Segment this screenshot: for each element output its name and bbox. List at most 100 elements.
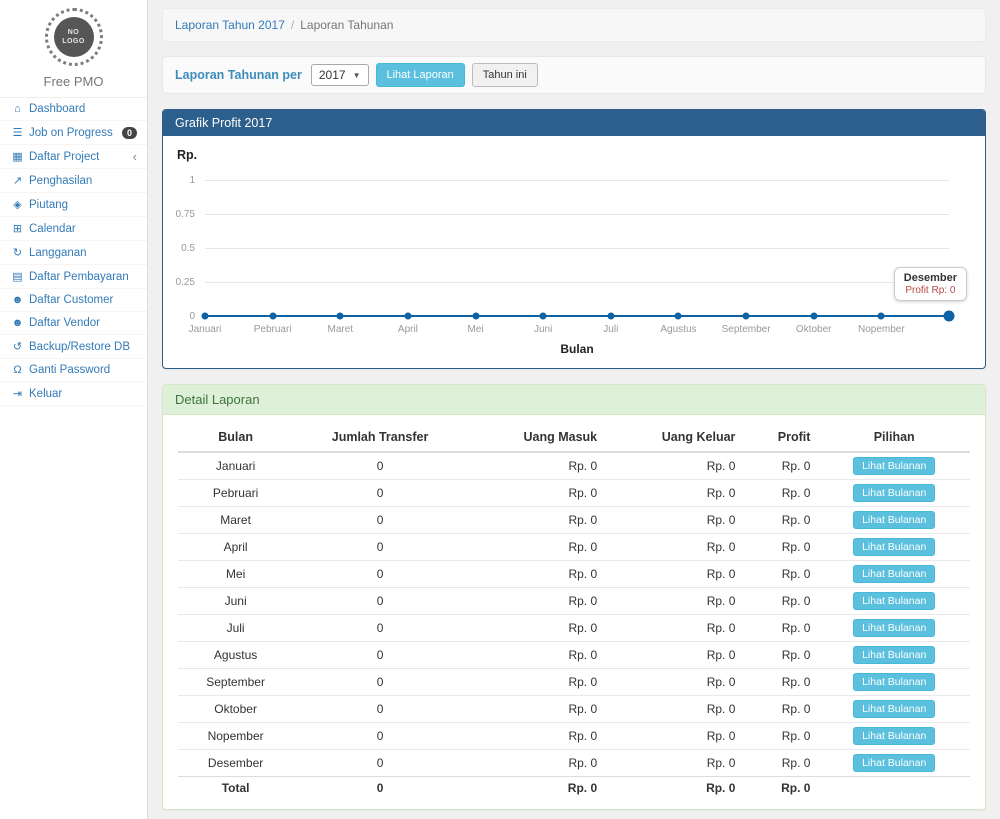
sidebar-item-job-on-progress[interactable]: ☰Job on Progress0: [0, 121, 147, 145]
gridline: [205, 214, 949, 215]
total-cell-jumlah_transfer: 0: [293, 777, 467, 800]
sidebar-item-daftar-vendor[interactable]: ☻ Daftar Vendor: [0, 312, 147, 335]
no-logo-stamp: NO LOGO: [45, 8, 103, 66]
cell-pilihan: Lihat Bulanan: [818, 696, 970, 723]
tahun-ini-button[interactable]: Tahun ini: [472, 63, 538, 87]
data-point-agustus[interactable]: [675, 313, 682, 320]
tooltip-title: Desember: [904, 272, 957, 284]
sidebar-item-daftar-pembayaran[interactable]: ▤Daftar Pembayaran: [0, 265, 147, 289]
cell-uang_keluar: Rp. 0: [605, 750, 743, 777]
year-select-value: 2017: [319, 68, 346, 82]
y-tick-label: 1: [163, 175, 195, 186]
backup-icon: ↺: [10, 340, 25, 353]
data-point-juli[interactable]: [607, 313, 614, 320]
cell-jumlah_transfer: 0: [293, 750, 467, 777]
lihat-bulanan-button[interactable]: Lihat Bulanan: [853, 754, 935, 772]
refresh-icon: ↻: [10, 246, 25, 259]
sidebar-item-label: Job on Progress: [29, 127, 122, 139]
data-point-mei[interactable]: [472, 313, 479, 320]
cell-profit: Rp. 0: [743, 615, 818, 642]
cell-jumlah_transfer: 0: [293, 507, 467, 534]
sidebar-item-ganti-password[interactable]: ΩGanti Password: [0, 359, 147, 382]
cell-bulan: Juli: [178, 615, 293, 642]
lihat-bulanan-button[interactable]: Lihat Bulanan: [853, 619, 935, 637]
sidebar-item-langganan[interactable]: ↻ Langganan: [0, 241, 147, 265]
lihat-bulanan-button[interactable]: Lihat Bulanan: [853, 565, 935, 583]
users-icon: ☻: [10, 317, 25, 329]
sidebar-item-daftar-project[interactable]: ▦Daftar Project‹: [0, 145, 147, 169]
sidebar-item-label: Langganan: [29, 247, 137, 259]
lihat-bulanan-button[interactable]: Lihat Bulanan: [853, 538, 935, 556]
data-point-oktober[interactable]: [810, 313, 817, 320]
report-table: BulanJumlah TransferUang MasukUang Kelua…: [178, 423, 970, 799]
cell-uang_masuk: Rp. 0: [467, 615, 605, 642]
year-select[interactable]: 2017 ▼: [311, 64, 369, 86]
sidebar-item-keluar[interactable]: ⇥Keluar: [0, 382, 147, 406]
data-point-desember[interactable]: [944, 311, 955, 322]
data-point-januari[interactable]: [202, 313, 209, 320]
y-axis-label: Rp.: [177, 148, 197, 162]
lihat-bulanan-button[interactable]: Lihat Bulanan: [853, 484, 935, 502]
detail-panel-title: Detail Laporan: [163, 385, 985, 415]
cell-pilihan: Lihat Bulanan: [818, 480, 970, 507]
cell-pilihan: Lihat Bulanan: [818, 534, 970, 561]
gridline: [205, 180, 949, 181]
sidebar-item-daftar-customer[interactable]: ☻Daftar Customer: [0, 289, 147, 312]
cell-pilihan: Lihat Bulanan: [818, 452, 970, 480]
sidebar-item-backup-restore-db[interactable]: ↺Backup/Restore DB: [0, 335, 147, 359]
line-chart-icon: ↗: [10, 174, 25, 187]
x-tick-label: Juli: [603, 324, 618, 335]
lihat-bulanan-button[interactable]: Lihat Bulanan: [853, 457, 935, 475]
sidebar-item-dashboard[interactable]: ⌂Dashboard: [0, 98, 147, 121]
sidebar-item-penghasilan[interactable]: ↗Penghasilan: [0, 169, 147, 193]
table-row: Desember0Rp. 0Rp. 0Rp. 0Lihat Bulanan: [178, 750, 970, 777]
lihat-bulanan-button[interactable]: Lihat Bulanan: [853, 727, 935, 745]
sidebar-item-label: Ganti Password: [29, 364, 137, 376]
sidebar-item-label: Daftar Pembayaran: [29, 271, 137, 283]
data-point-nopember[interactable]: [878, 313, 885, 320]
data-point-maret[interactable]: [337, 313, 344, 320]
sidebar-item-calendar[interactable]: ⊞Calendar: [0, 217, 147, 241]
cell-jumlah_transfer: 0: [293, 480, 467, 507]
x-tick-label: Nopember: [858, 324, 905, 335]
lihat-laporan-button[interactable]: Lihat Laporan: [376, 63, 465, 87]
detail-report-panel: Detail Laporan BulanJumlah TransferUang …: [162, 384, 986, 810]
cell-pilihan: Lihat Bulanan: [818, 561, 970, 588]
column-header: Jumlah Transfer: [293, 423, 467, 452]
data-point-juni[interactable]: [540, 313, 547, 320]
lihat-bulanan-button[interactable]: Lihat Bulanan: [853, 511, 935, 529]
chart-panel-title: Grafik Profit 2017: [163, 110, 985, 136]
cell-bulan: Januari: [178, 452, 293, 480]
data-point-september[interactable]: [743, 313, 750, 320]
data-point-pebruari[interactable]: [269, 313, 276, 320]
sidebar-item-piutang[interactable]: ◈Piutang: [0, 193, 147, 217]
cell-pilihan: Lihat Bulanan: [818, 615, 970, 642]
sidebar-item-label: Daftar Vendor: [29, 317, 137, 329]
detail-panel-body: BulanJumlah TransferUang MasukUang Kelua…: [163, 415, 985, 809]
cell-pilihan: Lihat Bulanan: [818, 669, 970, 696]
lihat-bulanan-button[interactable]: Lihat Bulanan: [853, 646, 935, 664]
cell-bulan: Maret: [178, 507, 293, 534]
table-row: April0Rp. 0Rp. 0Rp. 0Lihat Bulanan: [178, 534, 970, 561]
table-row: Maret0Rp. 0Rp. 0Rp. 0Lihat Bulanan: [178, 507, 970, 534]
x-tick-label: Juni: [534, 324, 552, 335]
lihat-bulanan-button[interactable]: Lihat Bulanan: [853, 592, 935, 610]
report-filter-bar: Laporan Tahunan per 2017 ▼ Lihat Laporan…: [162, 56, 986, 94]
no-logo-text: NO LOGO: [54, 17, 94, 57]
cell-uang_masuk: Rp. 0: [467, 696, 605, 723]
data-point-april[interactable]: [404, 313, 411, 320]
table-row: Juni0Rp. 0Rp. 0Rp. 0Lihat Bulanan: [178, 588, 970, 615]
sidebar-item-label: Daftar Customer: [29, 294, 137, 306]
credit-card-icon: ◈: [10, 198, 25, 211]
lihat-bulanan-button[interactable]: Lihat Bulanan: [853, 700, 935, 718]
filter-label: Laporan Tahunan per: [175, 68, 302, 82]
calendar-icon: ⊞: [10, 222, 25, 235]
cell-uang_keluar: Rp. 0: [605, 615, 743, 642]
brand-block: NO LOGO Free PMO: [0, 0, 147, 98]
cell-uang_keluar: Rp. 0: [605, 507, 743, 534]
cell-profit: Rp. 0: [743, 507, 818, 534]
cell-profit: Rp. 0: [743, 534, 818, 561]
lihat-bulanan-button[interactable]: Lihat Bulanan: [853, 673, 935, 691]
cell-pilihan: Lihat Bulanan: [818, 750, 970, 777]
breadcrumb-link[interactable]: Laporan Tahun 2017: [175, 18, 285, 32]
